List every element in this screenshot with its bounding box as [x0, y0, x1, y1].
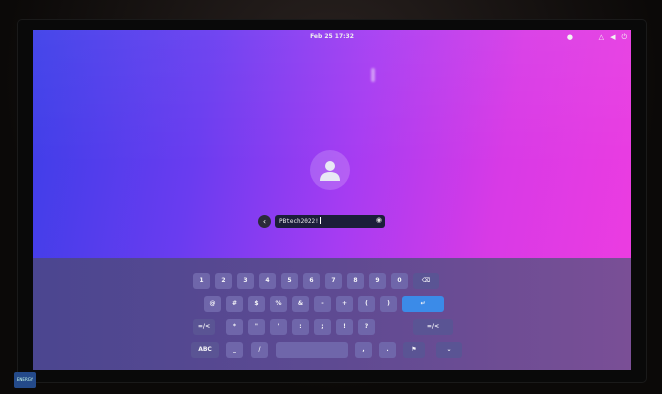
backspace-key[interactable]: ⌫	[413, 273, 439, 289]
key-symbol[interactable]: '	[270, 319, 287, 335]
screen-glare	[371, 68, 375, 82]
system-tray[interactable]: △ ◀ ⏻	[599, 33, 627, 42]
energy-star-logo: ENERGY	[14, 372, 36, 388]
login-screen: Feb 25 17:32 ● △ ◀ ⏻ ‹ PBtech2022! ◉ 123…	[33, 30, 631, 370]
key-symbol[interactable]: -	[314, 296, 331, 312]
back-button[interactable]: ‹	[258, 215, 271, 228]
key-9[interactable]: 9	[369, 273, 386, 289]
key-underscore[interactable]: _	[226, 342, 243, 358]
key-4[interactable]: 4	[259, 273, 276, 289]
key-symbol[interactable]: "	[248, 319, 265, 335]
volume-icon: ◀	[610, 33, 616, 41]
key-symbol[interactable]: (	[358, 296, 375, 312]
key-symbol[interactable]: +	[336, 296, 353, 312]
on-screen-keyboard: 1 2 3 4 5 6 7 8 9 0 ⌫ @ # $% & - + () ↵ =/< * " ':;!? =/< ABC _ /,…	[33, 258, 631, 370]
key-6[interactable]: 6	[303, 273, 320, 289]
key-comma[interactable]: ,	[355, 342, 372, 358]
key-symbol[interactable]: *	[226, 319, 243, 335]
key-period[interactable]: .	[379, 342, 396, 358]
clock[interactable]: Feb 25 17:32	[33, 33, 631, 40]
power-icon: ⏻	[621, 33, 627, 41]
password-value: PBtech2022!	[279, 217, 321, 225]
key-3[interactable]: 3	[237, 273, 254, 289]
key-symbol[interactable]: &	[292, 296, 309, 312]
network-icon: △	[598, 33, 605, 41]
key-symbol[interactable]: $	[248, 296, 265, 312]
key-symbol[interactable]: ;	[314, 319, 331, 335]
key-8[interactable]: 8	[347, 273, 364, 289]
keyboard-panel: 1 2 3 4 5 6 7 8 9 0 ⌫ @ # $% & - + () ↵ =/< * " ':;!? =/< ABC _ /,…	[33, 258, 631, 370]
hide-keyboard-key[interactable]: ⌄	[436, 342, 462, 358]
space-key[interactable]	[276, 342, 348, 358]
show-password-icon[interactable]: ◉	[376, 216, 382, 224]
key-7[interactable]: 7	[325, 273, 342, 289]
key-0[interactable]: 0	[391, 273, 408, 289]
symbols-toggle-left[interactable]: =/<	[193, 319, 215, 335]
key-symbol[interactable]: :	[292, 319, 309, 335]
key-1[interactable]: 1	[193, 273, 210, 289]
key-symbol[interactable]: %	[270, 296, 287, 312]
abc-key[interactable]: ABC	[191, 342, 219, 358]
key-symbol[interactable]: @	[204, 296, 221, 312]
user-icon	[320, 161, 340, 181]
key-5[interactable]: 5	[281, 273, 298, 289]
user-avatar	[310, 150, 350, 190]
password-field[interactable]: PBtech2022! ◉	[275, 215, 385, 228]
emoji-flag-key[interactable]: ⚑	[403, 342, 425, 358]
key-symbol[interactable]: #	[226, 296, 243, 312]
enter-key[interactable]: ↵	[402, 296, 444, 312]
symbols-toggle-right[interactable]: =/<	[413, 319, 453, 335]
key-symbol[interactable]: !	[336, 319, 353, 335]
accessibility-icon[interactable]: ●	[567, 33, 573, 41]
key-symbol[interactable]: )	[380, 296, 397, 312]
key-slash[interactable]: /	[251, 342, 268, 358]
key-symbol[interactable]: ?	[358, 319, 375, 335]
top-bar: Feb 25 17:32 ● △ ◀ ⏻	[33, 30, 631, 46]
key-2[interactable]: 2	[215, 273, 232, 289]
